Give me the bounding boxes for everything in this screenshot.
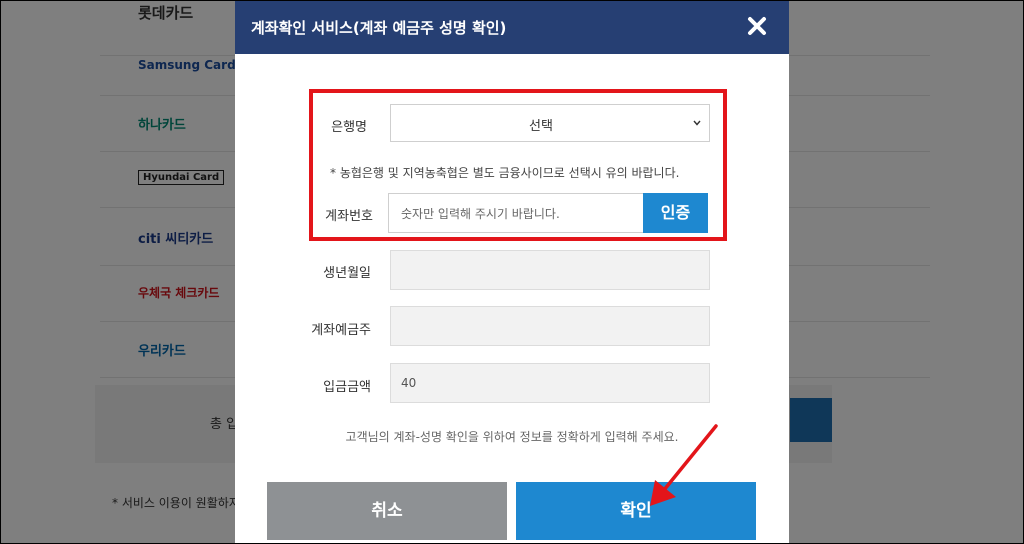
- modal-header: 계좌확인 서비스(계좌 예금주 성명 확인): [235, 0, 789, 54]
- account-holder-field[interactable]: [390, 306, 710, 346]
- close-button[interactable]: [743, 12, 771, 40]
- highlight-box: [309, 89, 727, 241]
- birthdate-label: 생년월일: [323, 266, 371, 281]
- birthdate-field[interactable]: [390, 250, 710, 290]
- cancel-button[interactable]: 취소: [267, 482, 507, 540]
- pointer-arrow-icon: [650, 424, 718, 506]
- deposit-amount-value: 40: [401, 376, 417, 390]
- modal-title: 계좌확인 서비스(계좌 예금주 성명 확인): [251, 19, 507, 37]
- account-holder-label: 계좌예금주: [311, 323, 371, 338]
- deposit-amount-label: 입금금액: [323, 380, 371, 395]
- close-icon: [748, 17, 766, 35]
- deposit-amount-field[interactable]: 40: [390, 363, 710, 403]
